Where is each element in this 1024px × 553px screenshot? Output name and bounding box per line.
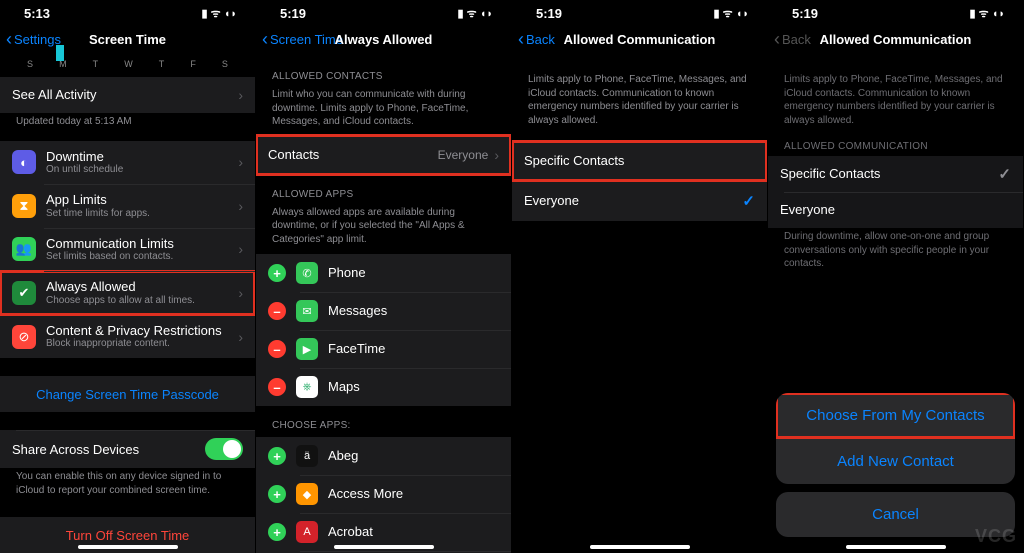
home-indicator[interactable]	[590, 545, 690, 549]
checkmark-icon: ✓	[998, 165, 1011, 183]
option-everyone[interactable]: Everyone ✓	[512, 181, 767, 221]
nosign-icon: ⊘	[12, 325, 36, 349]
section-allowed-contacts: ALLOWED CONTACTS	[256, 67, 511, 86]
week-bar: S M T W T F S	[0, 57, 255, 73]
allowed-app-maps[interactable]: –⎈Maps	[256, 368, 511, 406]
nav-title: Allowed Communication	[768, 32, 1023, 47]
toggle-on[interactable]	[205, 438, 243, 460]
sheet-add-new-contact[interactable]: Add New Contact	[776, 438, 1015, 484]
change-passcode[interactable]: Change Screen Time Passcode	[0, 376, 255, 412]
updated-label: Updated today at 5:13 AM	[0, 113, 255, 135]
section-allowed-communication: ALLOWED COMMUNICATION	[768, 137, 1023, 156]
downtime-icon: ◐	[12, 150, 36, 174]
see-all-activity[interactable]: See All Activity ›	[0, 77, 255, 113]
screen-screen-time: 5:13 ▮ ᯤ ◖◗ ‹ Settings Screen Time S M T…	[0, 0, 256, 553]
chevron-right-icon: ›	[238, 285, 243, 301]
remove-icon[interactable]: –	[268, 378, 286, 396]
add-icon[interactable]: +	[268, 485, 286, 503]
app-icon: ◆	[296, 483, 318, 505]
sheet-choose-from-contacts[interactable]: Choose From My Contacts	[776, 393, 1015, 438]
phone-icon: ✆	[296, 262, 318, 284]
chevron-right-icon: ›	[238, 329, 243, 345]
option-everyone[interactable]: Everyone	[768, 192, 1023, 228]
messages-icon: ✉︎	[296, 300, 318, 322]
status-bar: 5:13 ▮ ᯤ ◖◗	[0, 0, 255, 23]
chevron-right-icon: ›	[238, 154, 243, 170]
option-footer: During downtime, allow one-on-one and gr…	[768, 228, 1023, 277]
item-app-limits[interactable]: ⧗ App LimitsSet time limits for apps. ›	[0, 184, 255, 228]
status-icons: ▮ ᯤ ◖◗	[458, 6, 494, 21]
people-icon: 👥	[12, 237, 36, 261]
status-icons: ▮ ᯤ ◖◗	[202, 6, 238, 21]
remove-icon[interactable]: –	[268, 340, 286, 358]
option-specific-contacts[interactable]: Specific Contacts ✓	[768, 156, 1023, 192]
add-icon[interactable]: +	[268, 447, 286, 465]
section-choose-apps: CHOOSE APPS:	[256, 416, 511, 435]
option-specific-contacts[interactable]: Specific Contacts	[512, 141, 767, 181]
share-across-devices[interactable]: Share Across Devices	[0, 430, 255, 468]
chevron-right-icon: ›	[494, 147, 499, 163]
nav-title: Screen Time	[0, 32, 255, 47]
section-allowed-apps: ALLOWED APPS	[256, 185, 511, 204]
status-bar: 5:19 ▮ ᯤ ◖◗	[512, 0, 767, 23]
watermark: VCG	[975, 526, 1017, 547]
hourglass-icon: ⧗	[12, 194, 36, 218]
checkmark-icon: ✓	[742, 192, 755, 210]
app-icon: ä	[296, 445, 318, 467]
clock: 5:19	[280, 6, 306, 21]
section-allowed-contacts-desc: Limit who you can communicate with durin…	[256, 86, 511, 135]
item-communication-limits[interactable]: 👥 Communication LimitsSet limits based o…	[0, 228, 255, 272]
allowed-app-phone[interactable]: +✆Phone	[256, 254, 511, 292]
chevron-right-icon: ›	[238, 241, 243, 257]
add-icon[interactable]: +	[268, 264, 286, 282]
screen-always-allowed: 5:19 ▮ ᯤ ◖◗ ‹ Screen Time Always Allowed…	[256, 0, 512, 553]
allowed-app-messages[interactable]: –✉︎Messages	[256, 292, 511, 330]
nav-bar: ‹ Back Allowed Communication	[512, 23, 767, 57]
action-sheet: Choose From My Contacts Add New Contact …	[776, 393, 1015, 545]
screen-allowed-communication-picker: 5:19 ▮ ᯤ ◖◗ ‹ Back Allowed Communication…	[512, 0, 768, 553]
screen-allowed-communication-sheet: 5:19 ▮ ᯤ ◖◗ ‹ Back Allowed Communication…	[768, 0, 1024, 553]
check-icon: ✔︎	[12, 281, 36, 305]
contacts-row[interactable]: Contacts Everyone ›	[256, 135, 511, 175]
nav-bar: ‹ Settings Screen Time	[0, 23, 255, 57]
clock: 5:19	[792, 6, 818, 21]
maps-icon: ⎈	[296, 376, 318, 398]
chevron-right-icon: ›	[238, 198, 243, 214]
share-desc: You can enable this on any device signed…	[0, 468, 255, 503]
clock: 5:13	[24, 6, 50, 21]
item-content-privacy[interactable]: ⊘ Content & Privacy RestrictionsBlock in…	[0, 315, 255, 359]
chevron-right-icon: ›	[238, 87, 243, 103]
status-icons: ▮ ᯤ ◖◗	[714, 6, 750, 21]
section-allowed-apps-desc: Always allowed apps are available during…	[256, 204, 511, 253]
add-icon[interactable]: +	[268, 523, 286, 541]
home-indicator[interactable]	[334, 545, 434, 549]
choose-app-abeg[interactable]: +äAbeg	[256, 437, 511, 475]
nav-bar: ‹ Back Allowed Communication	[768, 23, 1023, 57]
clock: 5:19	[536, 6, 562, 21]
status-bar: 5:19 ▮ ᯤ ◖◗	[256, 0, 511, 23]
facetime-icon: ▶	[296, 338, 318, 360]
status-icons: ▮ ᯤ ◖◗	[970, 6, 1006, 21]
contacts-value: Everyone	[438, 148, 489, 162]
home-indicator[interactable]	[846, 545, 946, 549]
item-downtime[interactable]: ◐ DowntimeOn until schedule ›	[0, 141, 255, 185]
item-always-allowed[interactable]: ✔︎ Always AllowedChoose apps to allow at…	[0, 271, 255, 315]
status-bar: 5:19 ▮ ᯤ ◖◗	[768, 0, 1023, 23]
choose-app-access-more[interactable]: +◆Access More	[256, 475, 511, 513]
home-indicator[interactable]	[78, 545, 178, 549]
limits-desc: Limits apply to Phone, FaceTime, Message…	[768, 71, 1023, 137]
remove-icon[interactable]: –	[268, 302, 286, 320]
allowed-app-facetime[interactable]: –▶FaceTime	[256, 330, 511, 368]
app-icon: A	[296, 521, 318, 543]
nav-title: Allowed Communication	[512, 32, 767, 47]
nav-bar: ‹ Screen Time Always Allowed	[256, 23, 511, 57]
nav-title: Always Allowed	[256, 32, 511, 47]
limits-desc: Limits apply to Phone, FaceTime, Message…	[512, 71, 767, 141]
usage-bar	[56, 45, 64, 61]
